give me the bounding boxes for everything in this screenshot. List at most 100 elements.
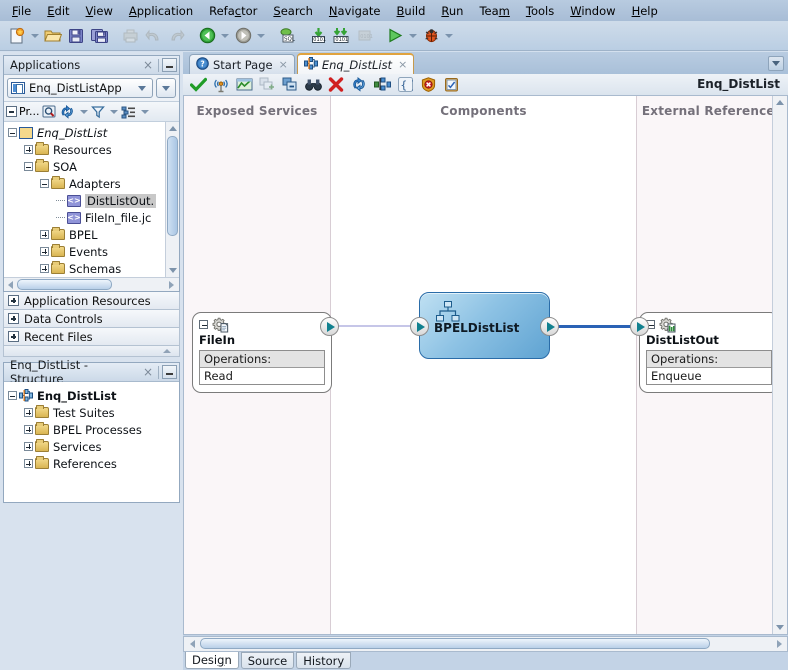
applications-close-icon[interactable]: ×	[141, 58, 155, 72]
structure-close-icon[interactable]: ×	[141, 365, 155, 379]
canvas-scroll-down-arrow[interactable]	[774, 622, 786, 633]
menu-edit[interactable]: Edit	[39, 2, 77, 20]
project-tree-vthumb[interactable]	[167, 136, 178, 236]
tree-expand-icon[interactable]	[24, 459, 33, 468]
tree-expand-icon[interactable]	[24, 408, 33, 417]
expand-icon-3[interactable]	[8, 331, 19, 342]
wire-bpel-to-distlistout[interactable]	[549, 325, 639, 328]
tree-collapse-icon[interactable]	[8, 128, 17, 137]
monitor-chart-icon[interactable]	[233, 74, 255, 96]
search-icon[interactable]	[42, 105, 57, 119]
panel-application-resources[interactable]: Application Resources	[3, 292, 180, 310]
tab-enq-distlist-close-icon[interactable]: ×	[398, 58, 407, 71]
tab-start-page[interactable]: ? Start Page ×	[189, 54, 295, 74]
tab-history[interactable]: History	[296, 652, 352, 669]
panel-resize-grip[interactable]	[3, 346, 180, 357]
project-tree[interactable]: Enq_DistList Resources SOA Adapters <> DistLi…	[4, 122, 179, 277]
projects-label[interactable]: Pr...	[6, 105, 39, 118]
rebuild-icon[interactable]: 0101	[330, 25, 352, 47]
run-dropdown-arrow[interactable]	[407, 25, 418, 47]
node-distlistout-operation-enqueue[interactable]: Enqueue	[647, 368, 771, 384]
tree-row[interactable]: Enq_DistList	[8, 387, 179, 404]
expand-icon[interactable]	[8, 295, 19, 306]
panel-data-controls[interactable]: Data Controls	[3, 310, 180, 328]
tree-row[interactable]: BPEL Processes	[8, 421, 179, 438]
tree-collapse-icon[interactable]	[40, 179, 49, 188]
structure-tree[interactable]: Enq_DistList Test Suites BPEL Processes Ser…	[4, 382, 179, 502]
tree-row[interactable]: <> FileIn_file.jc	[8, 209, 156, 226]
structure-minimize-icon[interactable]	[162, 365, 177, 379]
menu-file[interactable]: File	[4, 2, 39, 20]
menu-help[interactable]: Help	[624, 2, 666, 20]
tree-row[interactable]: Enq_DistList	[8, 124, 156, 141]
node-bpeldistlist[interactable]: BPELDistList	[419, 292, 550, 359]
tree-row[interactable]: BPEL	[8, 226, 156, 243]
sql-icon[interactable]: SQL	[276, 25, 298, 47]
security-shield-icon[interactable]	[417, 74, 439, 96]
tree-expand-icon[interactable]	[40, 247, 49, 256]
node-filein-collapse-icon[interactable]	[199, 320, 208, 329]
project-tree-hthumb[interactable]	[17, 279, 112, 290]
canvas-vscrollbar[interactable]	[772, 96, 787, 634]
menu-build[interactable]: Build	[389, 2, 434, 20]
wsdl-antenna-icon[interactable]	[210, 74, 232, 96]
menu-view[interactable]: View	[78, 2, 121, 20]
canvas-hscrollbar[interactable]	[183, 636, 788, 652]
tree-row[interactable]: Schemas	[8, 260, 156, 277]
tree-row[interactable]: <> DistListOut.	[8, 192, 157, 209]
menu-navigate[interactable]: Navigate	[321, 2, 389, 20]
scroll-up-arrow[interactable]	[167, 123, 178, 134]
forward-dropdown-arrow[interactable]	[255, 25, 266, 47]
tree-row[interactable]: Services	[8, 438, 179, 455]
tree-expand-icon[interactable]	[24, 425, 33, 434]
menu-refactor[interactable]: Refactor	[201, 2, 265, 20]
run-icon[interactable]	[384, 25, 406, 47]
panel-recent-files[interactable]: Recent Files	[3, 328, 180, 346]
compile-icon[interactable]: 0101	[307, 25, 329, 47]
debug-icon[interactable]	[420, 25, 442, 47]
editor-tabs-overflow-button[interactable]	[768, 56, 784, 71]
canvas-scroll-up-arrow[interactable]	[774, 97, 786, 108]
collapse-all-icon[interactable]	[6, 106, 17, 117]
node-bpeldistlist-input-port[interactable]	[410, 317, 429, 336]
tree-expand-icon[interactable]	[24, 145, 33, 154]
node-bpeldistlist-output-port[interactable]	[540, 317, 559, 336]
tree-row[interactable]: Test Suites	[8, 404, 179, 421]
composite-structure-icon[interactable]	[371, 74, 393, 96]
tab-start-page-close-icon[interactable]: ×	[279, 58, 288, 71]
scroll-right-arrow[interactable]	[165, 279, 177, 290]
node-distlistout[interactable]: DistListOut Operations: Enqueue	[639, 312, 779, 393]
project-tree-vscrollbar[interactable]	[165, 122, 179, 277]
application-combo[interactable]: Enq_DistListApp	[7, 78, 153, 98]
tree-row[interactable]: Adapters	[8, 175, 156, 192]
node-distlistout-input-port[interactable]	[630, 317, 649, 336]
wire-filein-to-bpel[interactable]	[329, 325, 419, 327]
refresh-arrows-icon[interactable]	[348, 74, 370, 96]
scroll-left-arrow[interactable]	[4, 279, 16, 290]
filter-dropdown-arrow[interactable]	[108, 105, 119, 119]
find-binoculars-icon[interactable]	[302, 74, 324, 96]
menu-team[interactable]: Team	[471, 2, 517, 20]
applications-minimize-icon[interactable]	[162, 58, 177, 72]
save-all-icon[interactable]	[88, 25, 110, 47]
composite-canvas[interactable]: Exposed Services Components External Ref…	[183, 96, 788, 635]
filter-icon[interactable]	[91, 105, 106, 119]
tree-expand-icon[interactable]	[40, 230, 49, 239]
menu-search[interactable]: Search	[265, 2, 321, 20]
scroll-down-arrow[interactable]	[167, 265, 178, 276]
tree-row[interactable]: SOA	[8, 158, 156, 175]
application-menu-button[interactable]	[156, 78, 176, 98]
node-filein[interactable]: FileIn Operations: Read	[192, 312, 332, 393]
project-tree-hscrollbar[interactable]	[4, 277, 179, 291]
tree-expand-icon[interactable]	[40, 264, 49, 273]
tree-collapse-icon[interactable]	[8, 391, 17, 400]
tree-row[interactable]: Events	[8, 243, 156, 260]
new-dropdown-arrow[interactable]	[29, 25, 40, 47]
view-options-icon[interactable]	[121, 105, 136, 119]
new-file-icon[interactable]	[6, 25, 28, 47]
tab-enq-distlist[interactable]: Enq_DistList ×	[296, 53, 415, 74]
tree-collapse-icon[interactable]	[24, 162, 33, 171]
expand-icon-2[interactable]	[8, 313, 19, 324]
open-folder-icon[interactable]	[42, 25, 64, 47]
tab-design[interactable]: Design	[185, 652, 239, 669]
